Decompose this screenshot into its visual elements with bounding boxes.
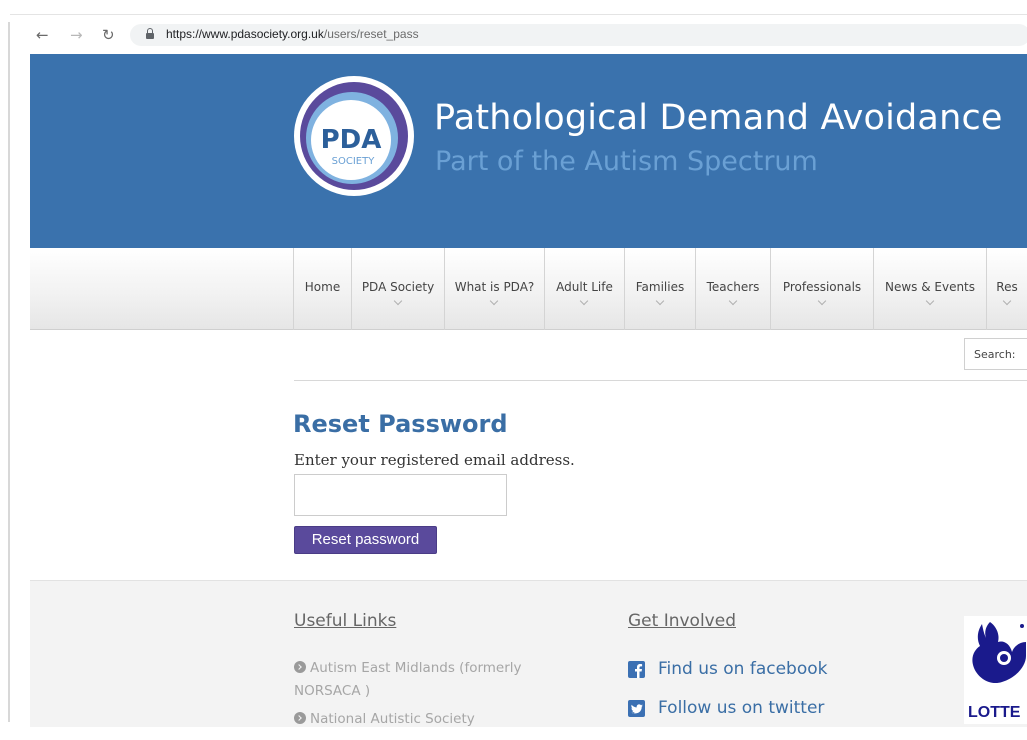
useful-links-list: Autism East Midlands (formerly NORSACA )… xyxy=(294,657,554,736)
url-text[interactable]: https://www.pdasociety.org.uk/users/rese… xyxy=(166,27,419,41)
chevron-down-icon xyxy=(490,298,499,307)
nav-item-teachers[interactable]: Teachers xyxy=(695,248,770,330)
content-divider xyxy=(294,380,1027,381)
url-path: /users/reset_pass xyxy=(323,27,419,41)
site-subtitle: Part of the Autism Spectrum xyxy=(435,146,818,177)
chevron-down-icon xyxy=(1003,298,1012,307)
site-footer: Useful Links Get Involved Autism East Mi… xyxy=(30,580,1027,730)
search-input[interactable]: Search: xyxy=(964,338,1027,370)
nav-item-home[interactable]: Home xyxy=(293,248,351,330)
chevron-down-icon xyxy=(656,298,665,307)
chevron-down-icon xyxy=(580,298,589,307)
twitter-link[interactable]: Follow us on twitter xyxy=(628,698,824,718)
useful-link-label: National Autistic Society xyxy=(310,711,475,727)
nav-item-pda-society[interactable]: PDA Society xyxy=(351,248,444,330)
crossed-fingers-icon xyxy=(972,622,1026,684)
nav-item-label: Families xyxy=(635,280,685,294)
nav-item-what-is-pda[interactable]: What is PDA? xyxy=(444,248,544,330)
search-label: Search: xyxy=(974,348,1016,361)
chevron-down-icon xyxy=(926,298,935,307)
lottery-logo-text: LOTTE xyxy=(968,704,1021,721)
site-header-banner: PDA SOCIETY Pathological Demand Avoidanc… xyxy=(30,54,1027,248)
nav-item-label: Home xyxy=(304,280,341,294)
nav-menu: Home PDA Society What is PDA? Adult Life… xyxy=(293,248,1027,330)
nav-item-families[interactable]: Families xyxy=(624,248,695,330)
lock-icon xyxy=(146,28,154,39)
facebook-link[interactable]: Find us on facebook xyxy=(628,659,828,679)
nav-item-label: News & Events xyxy=(884,280,976,294)
nav-item-adult-life[interactable]: Adult Life xyxy=(544,248,624,330)
useful-links-heading: Useful Links xyxy=(294,611,397,631)
nav-item-label: Teachers xyxy=(706,280,760,294)
nav-item-professionals[interactable]: Professionals xyxy=(770,248,873,330)
nav-item-news-events[interactable]: News & Events xyxy=(873,248,986,330)
chevron-circle-right-icon xyxy=(294,661,306,673)
list-item[interactable]: Autism East Midlands (formerly NORSACA ) xyxy=(294,657,554,703)
window-bottom-edge xyxy=(10,727,1027,740)
site-title[interactable]: Pathological Demand Avoidance xyxy=(434,98,1003,138)
logo-main-text: PDA xyxy=(321,125,382,155)
twitter-link-label: Follow us on twitter xyxy=(658,698,825,718)
nav-item-label: Professionals xyxy=(782,280,862,294)
window-left-edge xyxy=(8,22,10,722)
nav-item-resources[interactable]: Res xyxy=(986,248,1027,330)
page-title: Reset Password xyxy=(293,410,508,438)
address-bar[interactable]: https://www.pdasociety.org.uk/users/rese… xyxy=(130,24,1027,46)
main-navigation: Home PDA Society What is PDA? Adult Life… xyxy=(30,248,1027,330)
nav-item-label: PDA Society xyxy=(361,280,435,294)
logo-sub-text: SOCIETY xyxy=(332,156,376,167)
lottery-logo[interactable]: LOTTE xyxy=(964,616,1027,724)
back-arrow-icon[interactable]: ← xyxy=(36,25,49,45)
window-top-edge xyxy=(10,14,1027,15)
get-involved-heading: Get Involved xyxy=(628,611,736,631)
reset-password-button[interactable]: Reset password xyxy=(294,526,437,554)
forward-arrow-icon[interactable]: → xyxy=(70,25,83,45)
email-instructions: Enter your registered email address. xyxy=(294,451,575,469)
nav-item-label: Adult Life xyxy=(556,280,613,294)
nav-item-label: Res xyxy=(996,280,1018,294)
chevron-circle-right-icon xyxy=(294,712,306,724)
twitter-icon xyxy=(628,699,645,717)
facebook-link-label: Find us on facebook xyxy=(658,659,828,679)
facebook-icon xyxy=(628,660,645,678)
useful-link-label: Autism East Midlands (formerly NORSACA ) xyxy=(294,660,522,699)
url-host: https://www.pdasociety.org.uk xyxy=(166,27,324,41)
browser-toolbar: ← → ↻ https://www.pdasociety.org.uk/user… xyxy=(26,22,1027,50)
chevron-down-icon xyxy=(729,298,738,307)
email-field[interactable] xyxy=(294,474,507,516)
reload-icon[interactable]: ↻ xyxy=(102,25,115,45)
chevron-down-icon xyxy=(394,298,403,307)
pda-society-logo[interactable]: PDA SOCIETY xyxy=(294,72,416,198)
nav-item-label: What is PDA? xyxy=(454,280,535,294)
chevron-down-icon xyxy=(818,298,827,307)
